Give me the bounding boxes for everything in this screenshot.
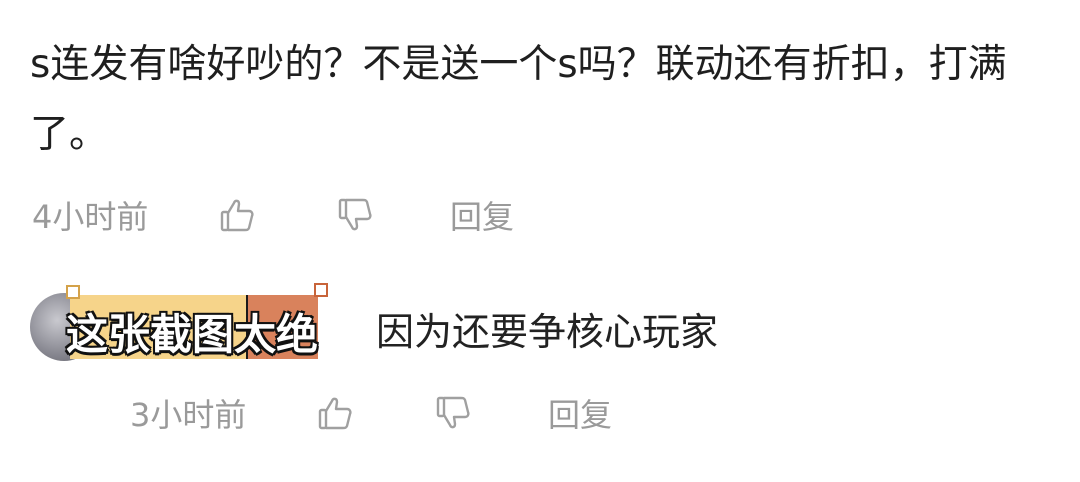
reply-time: 3小时前 (130, 396, 247, 434)
sticker-handle-top-right[interactable] (314, 283, 328, 297)
reply-button[interactable]: 回复 (548, 390, 612, 436)
thumbs-up-icon[interactable] (214, 193, 262, 237)
thumbs-up-icon[interactable] (312, 391, 360, 435)
comment-meta: 4小时前 回复 (32, 192, 514, 238)
thumbs-down-icon[interactable] (430, 391, 478, 435)
sticker: 这张截图太绝 (65, 283, 328, 360)
sticker-text: 这张截图太绝 (65, 309, 319, 360)
comment-text: s连发有啥好吵的？不是送一个s吗？联动还有折扣，打满了。 (30, 42, 1007, 157)
sticker-handle-top-left[interactable] (66, 285, 80, 299)
reply-button[interactable]: 回复 (450, 192, 514, 238)
comment-time: 4小时前 (32, 198, 149, 236)
thumbs-down-icon[interactable] (332, 193, 380, 237)
reply-text: 因为还要争核心玩家 (376, 310, 719, 354)
reply-row: 这张截图太绝 因为还要争核心玩家 (30, 283, 1070, 365)
reply-meta: 3小时前 回复 (130, 390, 612, 436)
